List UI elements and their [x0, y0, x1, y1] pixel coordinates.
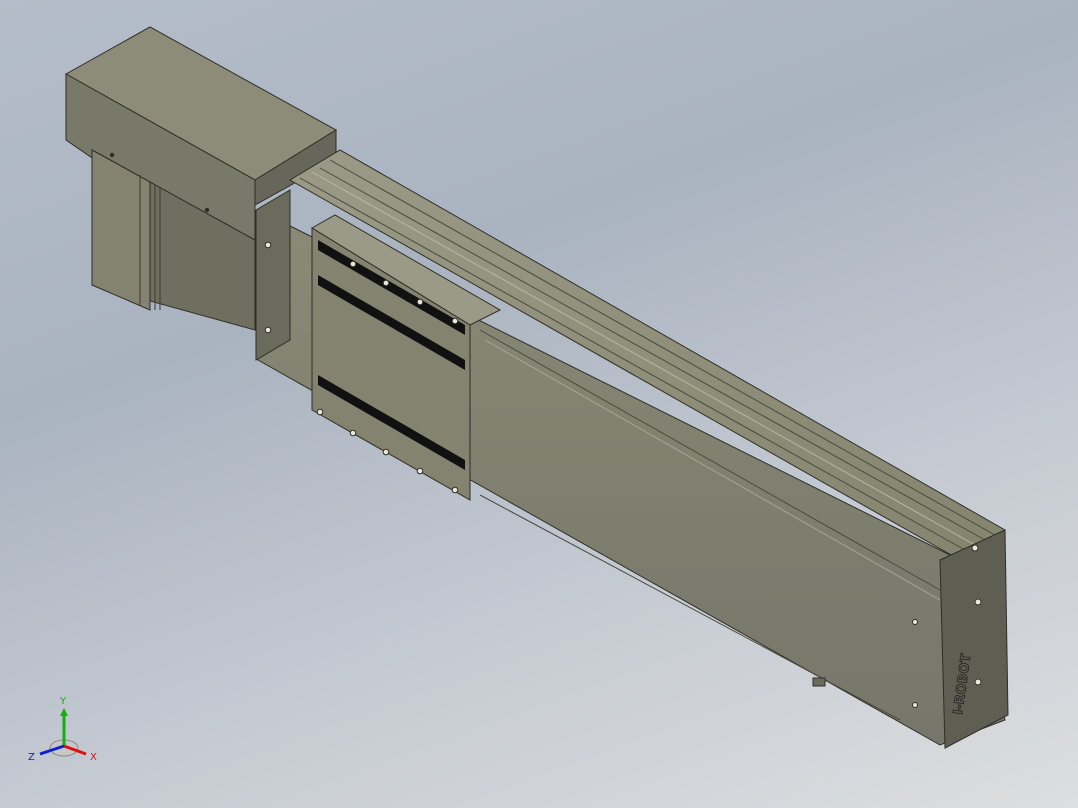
triad-x-label: X — [90, 752, 97, 763]
view-triad: Y X Z — [28, 696, 100, 768]
cad-viewport[interactable]: I-ROBOT Y X Z — [0, 0, 1078, 808]
linear-actuator-model[interactable]: I-ROBOT — [0, 0, 1078, 808]
left-end-plate[interactable] — [255, 189, 291, 361]
triad-y-label: Y — [60, 696, 67, 707]
triad-z-label: Z — [28, 752, 35, 763]
